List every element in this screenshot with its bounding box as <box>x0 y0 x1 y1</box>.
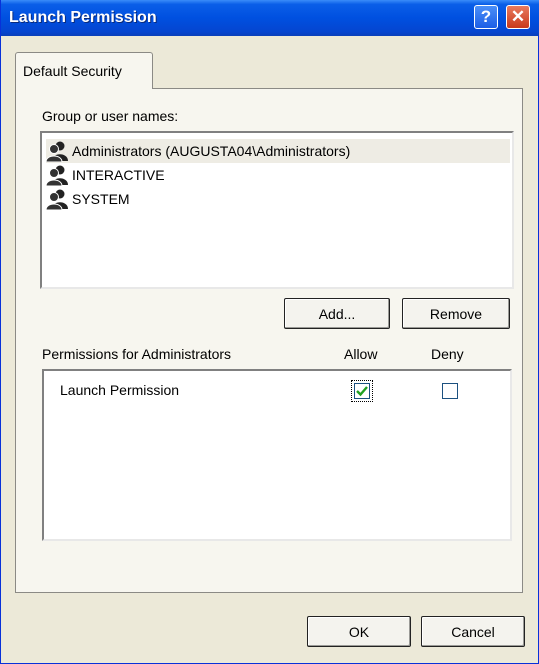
remove-button-label: Remove <box>429 305 483 322</box>
add-button-label: Add... <box>318 305 356 322</box>
tab-panel: Group or user names: Administrators (AUG… <box>15 88 523 593</box>
launch-permission-dialog: Launch Permission ? ✕ Default Security G… <box>0 0 539 664</box>
ok-button[interactable]: OK <box>307 616 411 647</box>
check-icon <box>356 386 368 397</box>
user-name: SYSTEM <box>72 191 130 207</box>
cancel-button[interactable]: Cancel <box>421 616 525 647</box>
cancel-button-label: Cancel <box>451 623 495 640</box>
tab-label: Default Security <box>23 63 122 79</box>
list-item-interactive[interactable]: INTERACTIVE <box>46 163 165 187</box>
add-button[interactable]: Add... <box>284 298 390 329</box>
permissions-label: Permissions for Administrators <box>42 346 232 362</box>
user-name: INTERACTIVE <box>72 167 165 183</box>
tab-default-security[interactable]: Default Security <box>15 52 153 89</box>
user-group-icon <box>46 189 68 210</box>
window-title: Launch Permission <box>9 9 157 26</box>
permissions-list: Launch Permission <box>42 369 512 541</box>
deny-column-header: Deny <box>431 346 464 362</box>
group-names-label: Group or user names: <box>42 108 179 124</box>
user-list[interactable]: Administrators (AUGUSTA04\Administrators… <box>40 131 514 289</box>
remove-button[interactable]: Remove <box>402 298 510 329</box>
ok-button-label: OK <box>348 623 370 640</box>
user-group-icon <box>46 165 68 186</box>
permission-name: Launch Permission <box>60 382 180 398</box>
close-button[interactable]: ✕ <box>506 5 530 29</box>
allow-checkbox[interactable] <box>351 380 373 402</box>
close-icon: ✕ <box>510 7 526 26</box>
help-button[interactable]: ? <box>474 5 498 29</box>
list-item-administrators[interactable]: Administrators (AUGUSTA04\Administrators… <box>46 139 510 163</box>
user-name: Administrators (AUGUSTA04\Administrators… <box>72 143 351 159</box>
allow-column-header: Allow <box>344 346 378 362</box>
permission-row: Launch Permission <box>60 378 179 402</box>
user-group-icon <box>46 141 68 162</box>
list-item-system[interactable]: SYSTEM <box>46 187 130 211</box>
title-bar[interactable]: Launch Permission ? ✕ <box>1 0 539 36</box>
help-icon: ? <box>480 7 492 26</box>
deny-checkbox[interactable] <box>442 383 458 399</box>
